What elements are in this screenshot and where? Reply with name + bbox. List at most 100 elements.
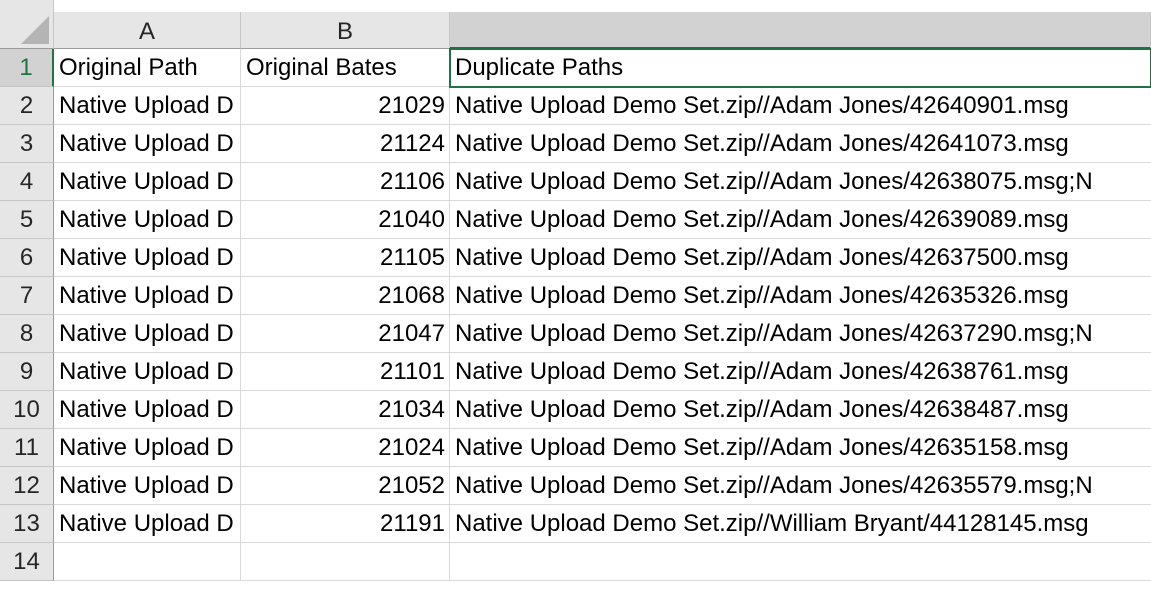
column-header-b[interactable]: B bbox=[241, 12, 450, 49]
cell-b13[interactable]: 21191 bbox=[241, 505, 450, 543]
row-header-4[interactable]: 4 bbox=[0, 163, 54, 201]
cell-c9[interactable]: Native Upload Demo Set.zip//Adam Jones/4… bbox=[450, 353, 1151, 391]
cell-value: Native Upload D bbox=[59, 319, 234, 347]
cell-a7[interactable]: Native Upload D bbox=[54, 277, 241, 315]
cell-value: Native Upload Demo Set.zip//Adam Jones/4… bbox=[455, 433, 1069, 461]
cell-a2[interactable]: Native Upload D bbox=[54, 87, 241, 125]
cell-value: Native Upload D bbox=[59, 167, 234, 195]
cell-value: Native Upload Demo Set.zip//Adam Jones/4… bbox=[455, 91, 1069, 119]
cell-value: Original Path bbox=[59, 53, 198, 81]
cell-value: Native Upload Demo Set.zip//Adam Jones/4… bbox=[455, 243, 1069, 271]
cell-value: Duplicate Paths bbox=[455, 53, 624, 81]
select-all-triangle-icon bbox=[21, 16, 49, 44]
cell-value: 21068 bbox=[378, 281, 445, 309]
cell-c13[interactable]: Native Upload Demo Set.zip//William Brya… bbox=[450, 505, 1151, 543]
cell-value: 21191 bbox=[380, 509, 445, 537]
cell-value: 21101 bbox=[380, 357, 445, 385]
cell-c6[interactable]: Native Upload Demo Set.zip//Adam Jones/4… bbox=[450, 239, 1151, 277]
cell-value: Native Upload Demo Set.zip//Adam Jones/4… bbox=[455, 129, 1069, 157]
cell-value: Native Upload Demo Set.zip//Adam Jones/4… bbox=[455, 319, 1093, 347]
cell-a14[interactable] bbox=[54, 543, 241, 581]
cell-b2[interactable]: 21029 bbox=[241, 87, 450, 125]
column-header-a[interactable]: A bbox=[54, 12, 241, 49]
cell-value: Original Bates bbox=[246, 53, 397, 81]
cell-b8[interactable]: 21047 bbox=[241, 315, 450, 353]
row-header-7[interactable]: 7 bbox=[0, 277, 54, 315]
cell-b11[interactable]: 21024 bbox=[241, 429, 450, 467]
cell-value: 21124 bbox=[380, 129, 445, 157]
cell-b7[interactable]: 21068 bbox=[241, 277, 450, 315]
cell-value: Native Upload D bbox=[59, 91, 234, 119]
cell-a13[interactable]: Native Upload D bbox=[54, 505, 241, 543]
cell-value: 21034 bbox=[378, 395, 445, 423]
cell-c11[interactable]: Native Upload Demo Set.zip//Adam Jones/4… bbox=[450, 429, 1151, 467]
cell-value: 21105 bbox=[380, 243, 445, 271]
cell-c1[interactable]: Duplicate Paths bbox=[450, 49, 1151, 87]
row-header-3[interactable]: 3 bbox=[0, 125, 54, 163]
cell-b9[interactable]: 21101 bbox=[241, 353, 450, 391]
cell-value: 21052 bbox=[378, 471, 445, 499]
cell-b12[interactable]: 21052 bbox=[241, 467, 450, 505]
cell-c4[interactable]: Native Upload Demo Set.zip//Adam Jones/4… bbox=[450, 163, 1151, 201]
cell-a3[interactable]: Native Upload D bbox=[54, 125, 241, 163]
cell-value: Native Upload D bbox=[59, 205, 234, 233]
row-header-8[interactable]: 8 bbox=[0, 315, 54, 353]
cell-value: Native Upload D bbox=[59, 243, 234, 271]
cell-b4[interactable]: 21106 bbox=[241, 163, 450, 201]
cell-a1[interactable]: Original Path bbox=[54, 49, 241, 87]
cell-c12[interactable]: Native Upload Demo Set.zip//Adam Jones/4… bbox=[450, 467, 1151, 505]
cell-value: Native Upload D bbox=[59, 281, 234, 309]
row-header-9[interactable]: 9 bbox=[0, 353, 54, 391]
cell-value: 21029 bbox=[378, 91, 445, 119]
cell-value: Native Upload Demo Set.zip//Adam Jones/4… bbox=[455, 471, 1093, 499]
cell-c3[interactable]: Native Upload Demo Set.zip//Adam Jones/4… bbox=[450, 125, 1151, 163]
cell-value: Native Upload D bbox=[59, 357, 234, 385]
row-header-14[interactable]: 14 bbox=[0, 543, 54, 581]
cell-c8[interactable]: Native Upload Demo Set.zip//Adam Jones/4… bbox=[450, 315, 1151, 353]
cell-b5[interactable]: 21040 bbox=[241, 201, 450, 239]
cell-value: 21106 bbox=[380, 167, 445, 195]
cell-c7[interactable]: Native Upload Demo Set.zip//Adam Jones/4… bbox=[450, 277, 1151, 315]
row-header-10[interactable]: 10 bbox=[0, 391, 54, 429]
row-header-11[interactable]: 11 bbox=[0, 429, 54, 467]
row-header-1[interactable]: 1 bbox=[0, 49, 54, 87]
cell-a4[interactable]: Native Upload D bbox=[54, 163, 241, 201]
cell-c5[interactable]: Native Upload Demo Set.zip//Adam Jones/4… bbox=[450, 201, 1151, 239]
cell-b1[interactable]: Original Bates bbox=[241, 49, 450, 87]
cell-value: Native Upload Demo Set.zip//Adam Jones/4… bbox=[455, 205, 1069, 233]
cell-value: Native Upload Demo Set.zip//Adam Jones/4… bbox=[455, 281, 1069, 309]
cell-b10[interactable]: 21034 bbox=[241, 391, 450, 429]
cell-value: Native Upload Demo Set.zip//Adam Jones/4… bbox=[455, 167, 1093, 195]
cell-c14[interactable] bbox=[450, 543, 1151, 581]
row-header-12[interactable]: 12 bbox=[0, 467, 54, 505]
row-header-2[interactable]: 2 bbox=[0, 87, 54, 125]
cell-a11[interactable]: Native Upload D bbox=[54, 429, 241, 467]
row-header-13[interactable]: 13 bbox=[0, 505, 54, 543]
cell-b3[interactable]: 21124 bbox=[241, 125, 450, 163]
cell-value: Native Upload Demo Set.zip//Adam Jones/4… bbox=[455, 357, 1069, 385]
column-header-c[interactable] bbox=[450, 12, 1151, 49]
cell-value: Native Upload D bbox=[59, 395, 234, 423]
cell-value: Native Upload D bbox=[59, 433, 234, 461]
cell-a10[interactable]: Native Upload D bbox=[54, 391, 241, 429]
cell-a12[interactable]: Native Upload D bbox=[54, 467, 241, 505]
spreadsheet-grid: A B 1 Original Path Original Bates Duplicate … bbox=[0, 0, 1151, 590]
cell-a9[interactable]: Native Upload D bbox=[54, 353, 241, 391]
cell-b14[interactable] bbox=[241, 543, 450, 581]
cell-c10[interactable]: Native Upload Demo Set.zip//Adam Jones/4… bbox=[450, 391, 1151, 429]
cell-b6[interactable]: 21105 bbox=[241, 239, 450, 277]
cell-a5[interactable]: Native Upload D bbox=[54, 201, 241, 239]
cell-value: Native Upload Demo Set.zip//Adam Jones/4… bbox=[455, 395, 1069, 423]
cell-c2[interactable]: Native Upload Demo Set.zip//Adam Jones/4… bbox=[450, 87, 1151, 125]
cell-a8[interactable]: Native Upload D bbox=[54, 315, 241, 353]
row-header-5[interactable]: 5 bbox=[0, 201, 54, 239]
cell-value: 21024 bbox=[378, 433, 445, 461]
cell-value: Native Upload Demo Set.zip//William Brya… bbox=[455, 509, 1089, 537]
cell-value: Native Upload D bbox=[59, 471, 234, 499]
cell-value: 21047 bbox=[378, 319, 445, 347]
cell-value: 21040 bbox=[378, 205, 445, 233]
select-all-button[interactable] bbox=[0, 0, 54, 49]
cell-value: Native Upload D bbox=[59, 129, 234, 157]
row-header-6[interactable]: 6 bbox=[0, 239, 54, 277]
cell-a6[interactable]: Native Upload D bbox=[54, 239, 241, 277]
